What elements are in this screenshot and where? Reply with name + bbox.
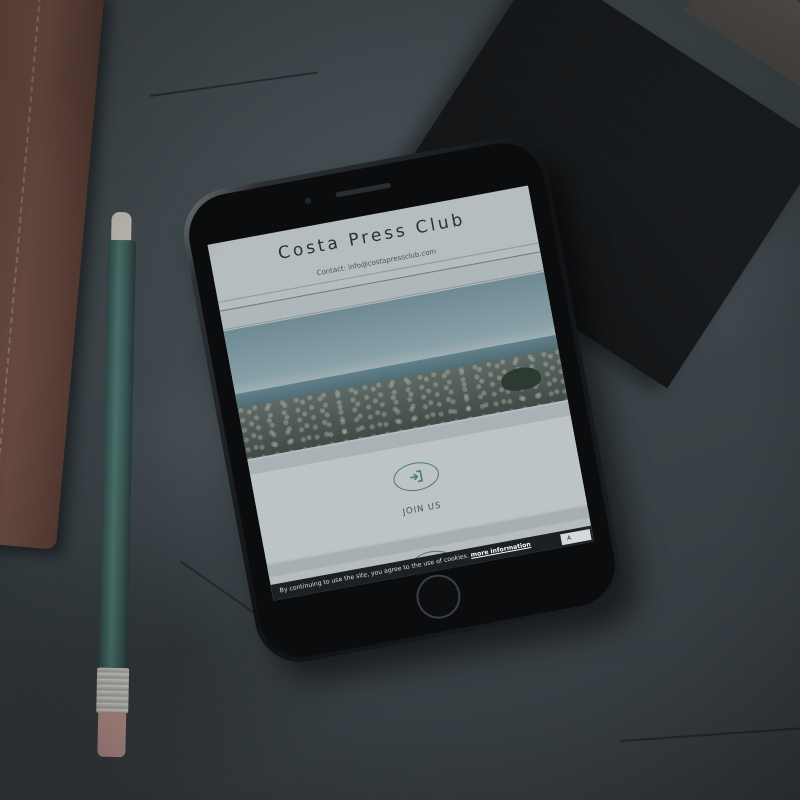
- phone-screen: Costa Press Club Contact: info@costapres…: [207, 185, 594, 601]
- slate-crack: [149, 71, 319, 97]
- leather-notebook: [0, 0, 105, 550]
- sign-in-icon[interactable]: [391, 458, 442, 495]
- photo-scene: Costa Press Club Contact: info@costapres…: [0, 0, 800, 800]
- pencil: [94, 211, 139, 758]
- pencil-body: [99, 239, 137, 671]
- pencil-tip: [111, 211, 132, 243]
- pencil-ferrule: [96, 667, 130, 714]
- notebook-stitch: [0, 0, 41, 525]
- sign-in-icon-glyph: [410, 469, 423, 483]
- pencil-eraser: [97, 711, 127, 758]
- slate-crack: [619, 727, 800, 742]
